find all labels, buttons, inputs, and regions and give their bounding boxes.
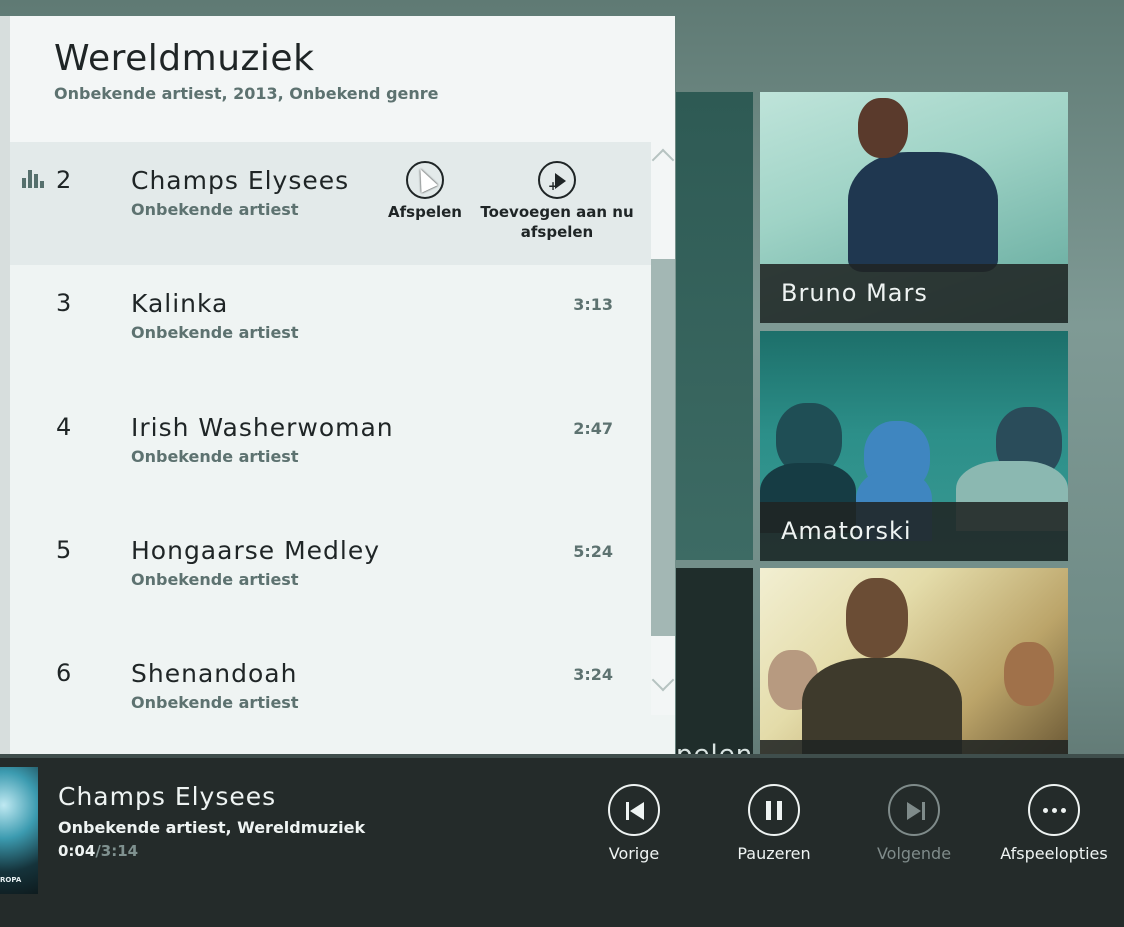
now-playing-subtitle: Onbekende artiest, Wereldmuziek: [58, 818, 366, 837]
scroll-down-icon[interactable]: [651, 668, 675, 692]
artist-tile-3[interactable]: [760, 568, 1068, 754]
equalizer-icon: [22, 168, 44, 188]
track-artist: Onbekende artiest: [131, 200, 299, 219]
background-tile-left-bottom: [676, 568, 753, 754]
scrollbar-thumb[interactable]: [651, 259, 675, 636]
add-label-line1: Toevoegen aan nu: [480, 203, 634, 221]
track-duration: 2:47: [573, 419, 613, 438]
background-tile-left: [676, 92, 753, 560]
album-subtitle: Onbekende artiest, 2013, Onbekend genre: [54, 84, 439, 103]
pause-icon: [748, 784, 800, 836]
track-row[interactable]: 4 Irish Washerwoman Onbekende artiest 2:…: [10, 389, 651, 512]
artist-tile-amatorski[interactable]: Amatorski: [760, 331, 1068, 561]
track-title: Hongaarse Medley: [131, 536, 381, 565]
track-artist: Onbekende artiest: [131, 323, 299, 342]
track-duration: 3:13: [573, 295, 613, 314]
album-header: Wereldmuziek Onbekende artiest, 2013, On…: [10, 16, 675, 142]
artist-tile-bruno-mars[interactable]: Bruno Mars: [760, 92, 1068, 323]
playback-options-button[interactable]: Afspeelopties: [989, 784, 1119, 863]
track-artist: Onbekende artiest: [131, 570, 299, 589]
scroll-up-icon[interactable]: [651, 148, 675, 172]
track-duration: 5:24: [573, 542, 613, 561]
artist-photo-head: [858, 98, 908, 158]
playback-options-label: Afspeelopties: [1000, 844, 1108, 863]
current-time: 0:04: [58, 842, 96, 860]
track-number: 2: [56, 166, 72, 194]
play-label: Afspelen: [388, 203, 462, 221]
track-row[interactable]: 6 Shenandoah Onbekende artiest 3:24: [10, 635, 651, 758]
add-to-now-playing-button[interactable]: + Toevoegen aan nu afspelen: [480, 161, 634, 241]
now-playing-title: Champs Elysees: [58, 782, 277, 811]
panel-edge: [0, 16, 10, 754]
pause-label: Pauzeren: [737, 844, 811, 863]
track-number: 6: [56, 659, 72, 687]
artist-photo-person: [846, 578, 908, 658]
album-track-panel: Wereldmuziek Onbekende artiest, 2013, On…: [10, 16, 675, 754]
artist-photo-person: [1004, 642, 1054, 706]
track-title: Irish Washerwoman: [131, 413, 394, 442]
track-row[interactable]: 3 Kalinka Onbekende artiest 3:13: [10, 265, 651, 388]
track-number: 4: [56, 413, 72, 441]
track-row[interactable]: 5 Hongaarse Medley Onbekende artiest 5:2…: [10, 512, 651, 635]
now-playing-bar: ROPA Champs Elysees Onbekende artiest, W…: [0, 754, 1124, 927]
previous-label: Vorige: [608, 844, 660, 863]
track-title: Shenandoah: [131, 659, 298, 688]
previous-icon: [608, 784, 660, 836]
track-number: 3: [56, 289, 72, 317]
album-cover-thumbnail[interactable]: ROPA: [0, 767, 38, 894]
track-title: Kalinka: [131, 289, 229, 318]
add-play-icon: +: [538, 161, 576, 199]
next-button[interactable]: Volgende: [849, 784, 979, 863]
next-icon: [888, 784, 940, 836]
track-row[interactable]: 2 Champs Elysees Onbekende artiest Afspe…: [10, 142, 651, 265]
more-icon: [1028, 784, 1080, 836]
track-duration: 3:24: [573, 665, 613, 684]
pause-button[interactable]: Pauzeren: [709, 784, 839, 863]
total-time: /3:14: [95, 842, 139, 860]
artist-photo-body: [848, 152, 998, 272]
next-label: Volgende: [876, 844, 952, 863]
now-playing-time: 0:04/3:14: [58, 842, 138, 860]
artist-tile-name: Bruno Mars: [760, 264, 1068, 323]
previous-button[interactable]: Vorige: [569, 784, 699, 863]
track-artist: Onbekende artiest: [131, 693, 299, 712]
artist-tile-name: Amatorski: [760, 502, 1068, 561]
track-title: Champs Elysees: [131, 166, 350, 195]
track-artist: Onbekende artiest: [131, 447, 299, 466]
album-title: Wereldmuziek: [54, 38, 315, 79]
track-list-scrollbar[interactable]: [651, 142, 675, 715]
add-label-line2: afspelen: [520, 223, 594, 241]
artist-tile-name: [760, 740, 1068, 754]
track-number: 5: [56, 536, 72, 564]
cover-text: ROPA: [0, 876, 22, 884]
